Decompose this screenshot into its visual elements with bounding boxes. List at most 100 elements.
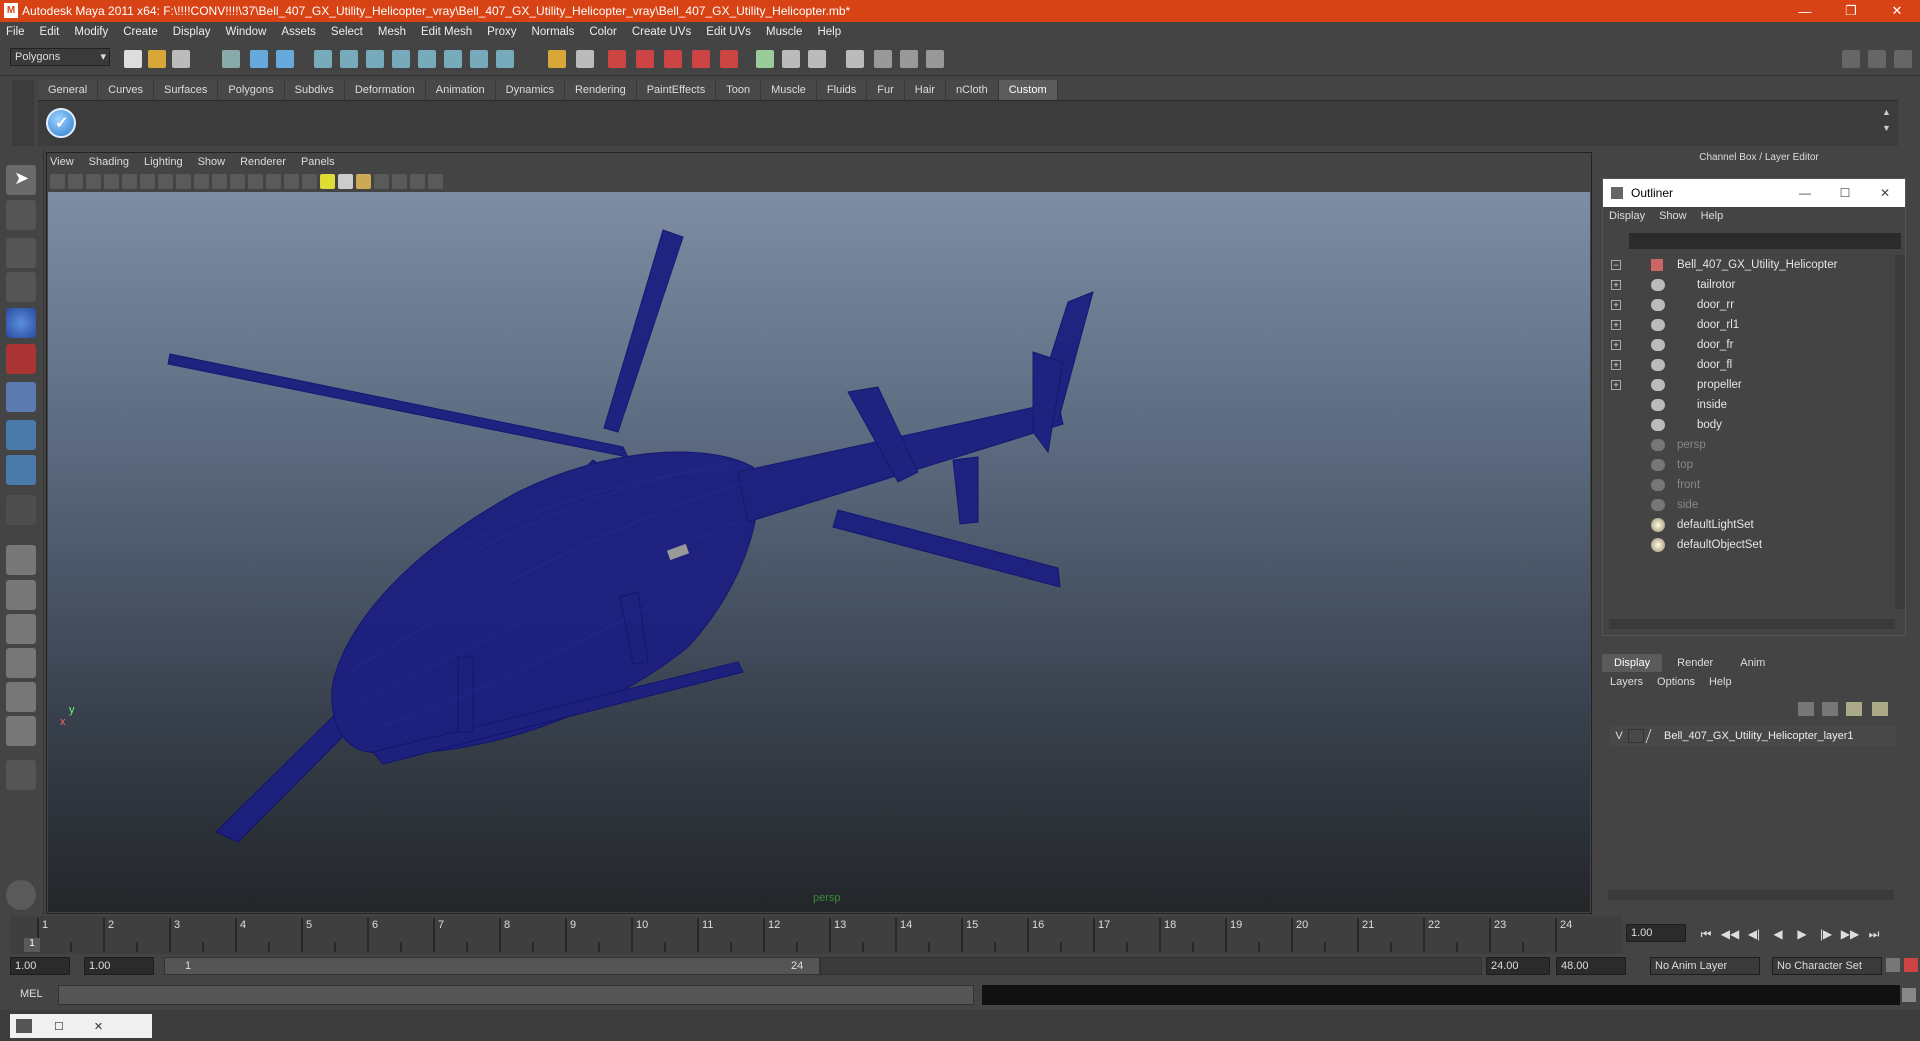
viewport-menu-show[interactable]: Show: [198, 156, 226, 168]
attribute-editor-toggle-icon[interactable]: [846, 50, 864, 68]
tab-polygons[interactable]: Polygons: [218, 80, 285, 100]
minimize-button[interactable]: —: [1782, 0, 1828, 22]
move-layer-down-icon[interactable]: [1822, 702, 1838, 716]
tab-toon[interactable]: Toon: [716, 80, 762, 100]
outliner-menu-help[interactable]: Help: [1701, 210, 1724, 222]
playback-end-field[interactable]: 24.00: [1486, 957, 1550, 975]
tab-deformation[interactable]: Deformation: [344, 80, 426, 100]
outliner-item-inside[interactable]: inside: [1603, 395, 1893, 415]
script-editor-icon[interactable]: [1902, 988, 1916, 1002]
outliner-menu-display[interactable]: Display: [1609, 210, 1645, 222]
tab-hair[interactable]: Hair: [904, 80, 946, 100]
wireframe-on-shaded-icon[interactable]: [284, 173, 299, 189]
selection-mask-icon[interactable]: [576, 50, 594, 68]
snap-surface-icon[interactable]: [418, 50, 436, 68]
outliner-close-button[interactable]: ✕: [1865, 186, 1905, 200]
select-by-component-icon[interactable]: [276, 50, 294, 68]
ipr-render-icon[interactable]: [636, 50, 654, 68]
outliner-minimize-button[interactable]: —: [1785, 186, 1825, 200]
last-tool-icon[interactable]: [6, 495, 36, 525]
tab-general[interactable]: General: [38, 80, 99, 100]
tab-anim-layers[interactable]: Anim: [1728, 654, 1777, 672]
outliner-item-door-rr[interactable]: + door_rr: [1603, 295, 1893, 315]
outliner-item-default-light-set[interactable]: defaultLightSet: [1603, 515, 1893, 535]
layer-row[interactable]: V Bell_407_GX_Utility_Helicopter_layer1: [1610, 726, 1896, 746]
menu-select[interactable]: Select: [331, 26, 371, 38]
tab-dynamics[interactable]: Dynamics: [495, 80, 565, 100]
expand-icon[interactable]: +: [1611, 340, 1621, 350]
animation-preferences-icon[interactable]: [1904, 958, 1918, 972]
menu-display[interactable]: Display: [173, 26, 219, 38]
minimized-window[interactable]: ☐ ✕: [10, 1014, 152, 1038]
xray-icon[interactable]: [392, 173, 407, 189]
menu-file[interactable]: File: [6, 26, 33, 38]
step-forward-key-icon[interactable]: ▶▶: [1840, 925, 1860, 943]
outliner-item-door-fr[interactable]: + door_fr: [1603, 335, 1893, 355]
expand-icon[interactable]: +: [1611, 320, 1621, 330]
viewport-menu-panels[interactable]: Panels: [301, 156, 335, 168]
tab-display-layers[interactable]: Display: [1602, 654, 1663, 672]
bookmark-icon[interactable]: [86, 173, 101, 189]
snap-curve-icon[interactable]: [340, 50, 358, 68]
menu-muscle[interactable]: Muscle: [766, 26, 810, 38]
save-scene-icon[interactable]: [172, 50, 190, 68]
outliner-item-persp[interactable]: persp: [1603, 435, 1893, 455]
outliner-menu-show[interactable]: Show: [1659, 210, 1687, 222]
menu-create-uvs[interactable]: Create UVs: [632, 26, 699, 38]
isolate-select-icon[interactable]: [374, 173, 389, 189]
animation-start-field[interactable]: 1.00: [10, 957, 70, 975]
playback-start-field[interactable]: 1.00: [84, 957, 154, 975]
tab-fluids[interactable]: Fluids: [816, 80, 868, 100]
hypershade-icon[interactable]: [692, 50, 710, 68]
snap-live-icon[interactable]: [470, 50, 488, 68]
tab-ncloth[interactable]: nCloth: [945, 80, 999, 100]
menu-create[interactable]: Create: [123, 26, 166, 38]
menu-assets[interactable]: Assets: [281, 26, 324, 38]
step-forward-frame-icon[interactable]: |▶: [1816, 925, 1836, 943]
soft-mod-tool-icon[interactable]: [6, 420, 36, 450]
restore-window-icon[interactable]: ☐: [54, 1020, 64, 1033]
outliner-item-front[interactable]: front: [1603, 475, 1893, 495]
tab-animation[interactable]: Animation: [425, 80, 496, 100]
character-set-dropdown[interactable]: No Character Set: [1772, 957, 1882, 975]
expand-icon[interactable]: +: [1611, 360, 1621, 370]
tab-subdivs[interactable]: Subdivs: [284, 80, 345, 100]
layout-hypershade-icon[interactable]: [6, 682, 36, 712]
expand-icon[interactable]: +: [1611, 300, 1621, 310]
smooth-shade-icon[interactable]: [266, 173, 281, 189]
select-tool-icon[interactable]: ➤: [6, 165, 36, 195]
outliner-item-body[interactable]: body: [1603, 415, 1893, 435]
snap-grid-icon[interactable]: [314, 50, 332, 68]
shelf-scroll-up-icon[interactable]: ▲: [1882, 107, 1892, 117]
move-layer-up-icon[interactable]: [1798, 702, 1814, 716]
expand-icon[interactable]: +: [1611, 380, 1621, 390]
menu-proxy[interactable]: Proxy: [487, 26, 524, 38]
tab-render-layers[interactable]: Render: [1665, 654, 1725, 672]
layer-visibility-toggle[interactable]: V: [1610, 730, 1628, 742]
channel-box-toggle-icon[interactable]: [900, 50, 918, 68]
layer-display-type-toggle[interactable]: [1628, 729, 1644, 743]
lasso-tool-icon[interactable]: [6, 200, 36, 230]
layout-single-perspective-icon[interactable]: [6, 545, 36, 575]
step-back-key-icon[interactable]: ◀◀: [1720, 925, 1740, 943]
layout-outliner-icon[interactable]: [6, 716, 36, 746]
universal-manipulator-icon[interactable]: [6, 382, 36, 412]
tab-rendering[interactable]: Rendering: [564, 80, 637, 100]
shelf-menu-handle[interactable]: [12, 80, 34, 146]
command-language-label[interactable]: MEL: [20, 988, 43, 1000]
new-layer-selected-icon[interactable]: [1872, 702, 1888, 716]
viewport-menu-shading[interactable]: Shading: [89, 156, 129, 168]
outliner-horizontal-scrollbar[interactable]: [1609, 619, 1895, 629]
outliner-item-propeller[interactable]: + propeller: [1603, 375, 1893, 395]
lock-icon[interactable]: [548, 50, 566, 68]
layout-four-icon[interactable]: [1868, 50, 1886, 68]
render-settings-icon[interactable]: [664, 50, 682, 68]
use-all-lights-icon[interactable]: [338, 173, 353, 189]
wireframe-icon[interactable]: [248, 173, 263, 189]
tab-curves[interactable]: Curves: [98, 80, 154, 100]
snap-plane-icon[interactable]: [392, 50, 410, 68]
current-time-field[interactable]: 1.00: [1626, 924, 1686, 942]
range-slider[interactable]: 1 24: [164, 957, 820, 975]
render-view-icon[interactable]: [720, 50, 738, 68]
new-scene-icon[interactable]: [124, 50, 142, 68]
